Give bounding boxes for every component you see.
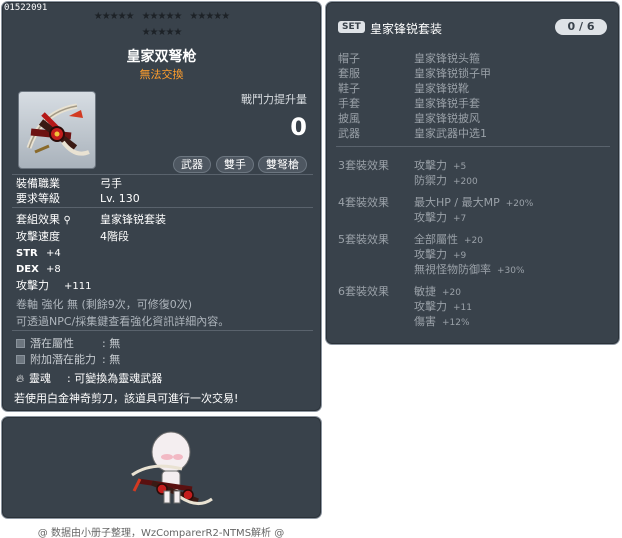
set-effect-line: 攻擊力 +7 [414,211,467,224]
set-effect-row: 套組效果 ⚲ 皇家锋锐套装 [16,211,166,227]
stat-row-attack: 攻擊力 +111 [16,277,91,293]
npc-hint: 可透過NPC/採集鍵查看強化資訊詳細內容。 [16,315,230,328]
soul-label: 靈魂 [29,372,51,385]
flame-icon: 🔥︎ [16,372,25,385]
set-effect-panel: SET 皇家锋锐套装 0 / 6 帽子 皇家锋锐头箍 套服 皇家锋锐锁子甲 鞋子 皇家… [325,1,620,345]
soul-value: : 可變換為靈魂武器 [67,372,163,385]
set-title: 皇家锋锐套装 [370,22,443,36]
level-row: 要求等級 Lv. 130 [16,190,140,206]
potential-label: 潛在屬性 [30,337,74,350]
star-force-row-1: ★★★★★ ★★★★★ ★★★★★ [2,11,321,22]
stat-value: +8 [46,264,61,275]
set-effect-line: 防禦力 +200 [414,174,478,187]
job-value: 弓手 [100,177,122,190]
stat-label: 攻擊力 [16,279,49,292]
search-icon[interactable]: ⚲ [64,215,71,226]
combat-power-label: 戰鬥力提升量 [241,93,307,106]
set-effect-5: 5套裝效果 全部屬性 +20 [338,233,483,246]
set-badge: SET [338,21,365,33]
divider [336,146,610,147]
tag-two-handed: 雙手 [216,156,254,173]
star-group: ★★★★★ [141,11,183,22]
potential-value: : 無 [102,337,121,350]
dual-bowgun-icon [26,103,90,156]
set-effect-line: 攻擊力 +11 [414,300,472,313]
set-effect-value: 皇家锋锐套装 [100,213,166,226]
divider [12,330,313,331]
tag-weapon: 武器 [173,156,211,173]
set-piece: 披風 皇家锋锐披风 [338,112,480,125]
stat-label: STR [16,248,38,259]
set-piece: 武器 皇家武器中选1 [338,127,487,140]
attack-speed-label: 攻擊速度 [16,230,60,243]
level-label: 要求等級 [16,192,60,205]
soul-row: 🔥︎ 靈魂 : 可變換為靈魂武器 [16,370,162,386]
star-group: ★★★★★ [189,11,230,22]
set-effect-4: 4套裝效果 最大HP / 最大MP +20% [338,196,534,209]
combat-power-value: 0 [290,113,307,141]
stat-value: +4 [46,248,61,259]
set-piece: 帽子 皇家锋锐头箍 [338,52,480,65]
potential-row: 潛在屬性 : 無 [16,335,120,351]
job-label: 裝備職業 [16,177,60,190]
avatar-preview-panel [1,416,322,519]
tag-dual-bowgun: 雙弩槍 [258,156,307,173]
scissors-note: 若使用白金神奇剪刀，該道具可進行一次交易! [14,392,239,405]
item-icon-frame [18,91,96,169]
set-effect-line: 無視怪物防御率 +30% [414,263,525,276]
character-avatar-image [131,431,213,505]
potential-icon [16,339,25,348]
divider [12,207,313,208]
additional-potential-icon [16,355,25,364]
set-effect-3: 3套裝效果 攻擊力 +5 [338,159,467,172]
set-effect-line: 傷害 +12% [414,315,470,328]
stat-row-str: STR +4 [16,246,61,259]
footer-credit: @ 数据由小册子整理，WzComparerR2-NTMS解析 @ [37,528,285,538]
additional-potential-value: : 無 [102,353,121,366]
set-effect-line: 攻擊力 +9 [414,248,467,261]
attack-speed-row: 攻擊速度 4階段 [16,228,129,244]
set-piece: 套服 皇家锋锐锁子甲 [338,67,491,80]
item-name: 皇家双弩枪 [126,49,197,65]
star-group: ★★★★★ [141,27,183,38]
trade-status: 無法交換 [139,68,184,81]
upgrade-info: 卷軸 強化 無 (剩餘9次，可修復0次) [16,298,193,311]
item-tooltip: 01522091 ★★★★★ ★★★★★ ★★★★★ ★★★★★ 皇家双弩枪 無… [1,1,322,412]
star-force-row-2: ★★★★★ [2,27,321,38]
stat-value: +111 [64,281,92,292]
set-piece: 鞋子 皇家锋锐靴 [338,82,469,95]
set-count: 0 / 6 [555,19,607,35]
level-value: Lv. 130 [100,192,140,205]
job-row: 裝備職業 弓手 [16,175,122,191]
set-piece: 手套 皇家锋锐手套 [338,97,480,110]
stat-row-dex: DEX +8 [16,262,61,275]
attack-speed-value: 4階段 [100,230,129,243]
set-effect-label: 套組效果 ⚲ [16,213,71,226]
star-group: ★★★★★ [93,11,135,22]
additional-potential-label: 附加潛在能力 [30,353,96,366]
set-effect-6: 6套裝效果 敏捷 +20 [338,285,461,298]
additional-potential-row: 附加潛在能力 : 無 [16,351,120,367]
stat-label: DEX [16,264,39,275]
